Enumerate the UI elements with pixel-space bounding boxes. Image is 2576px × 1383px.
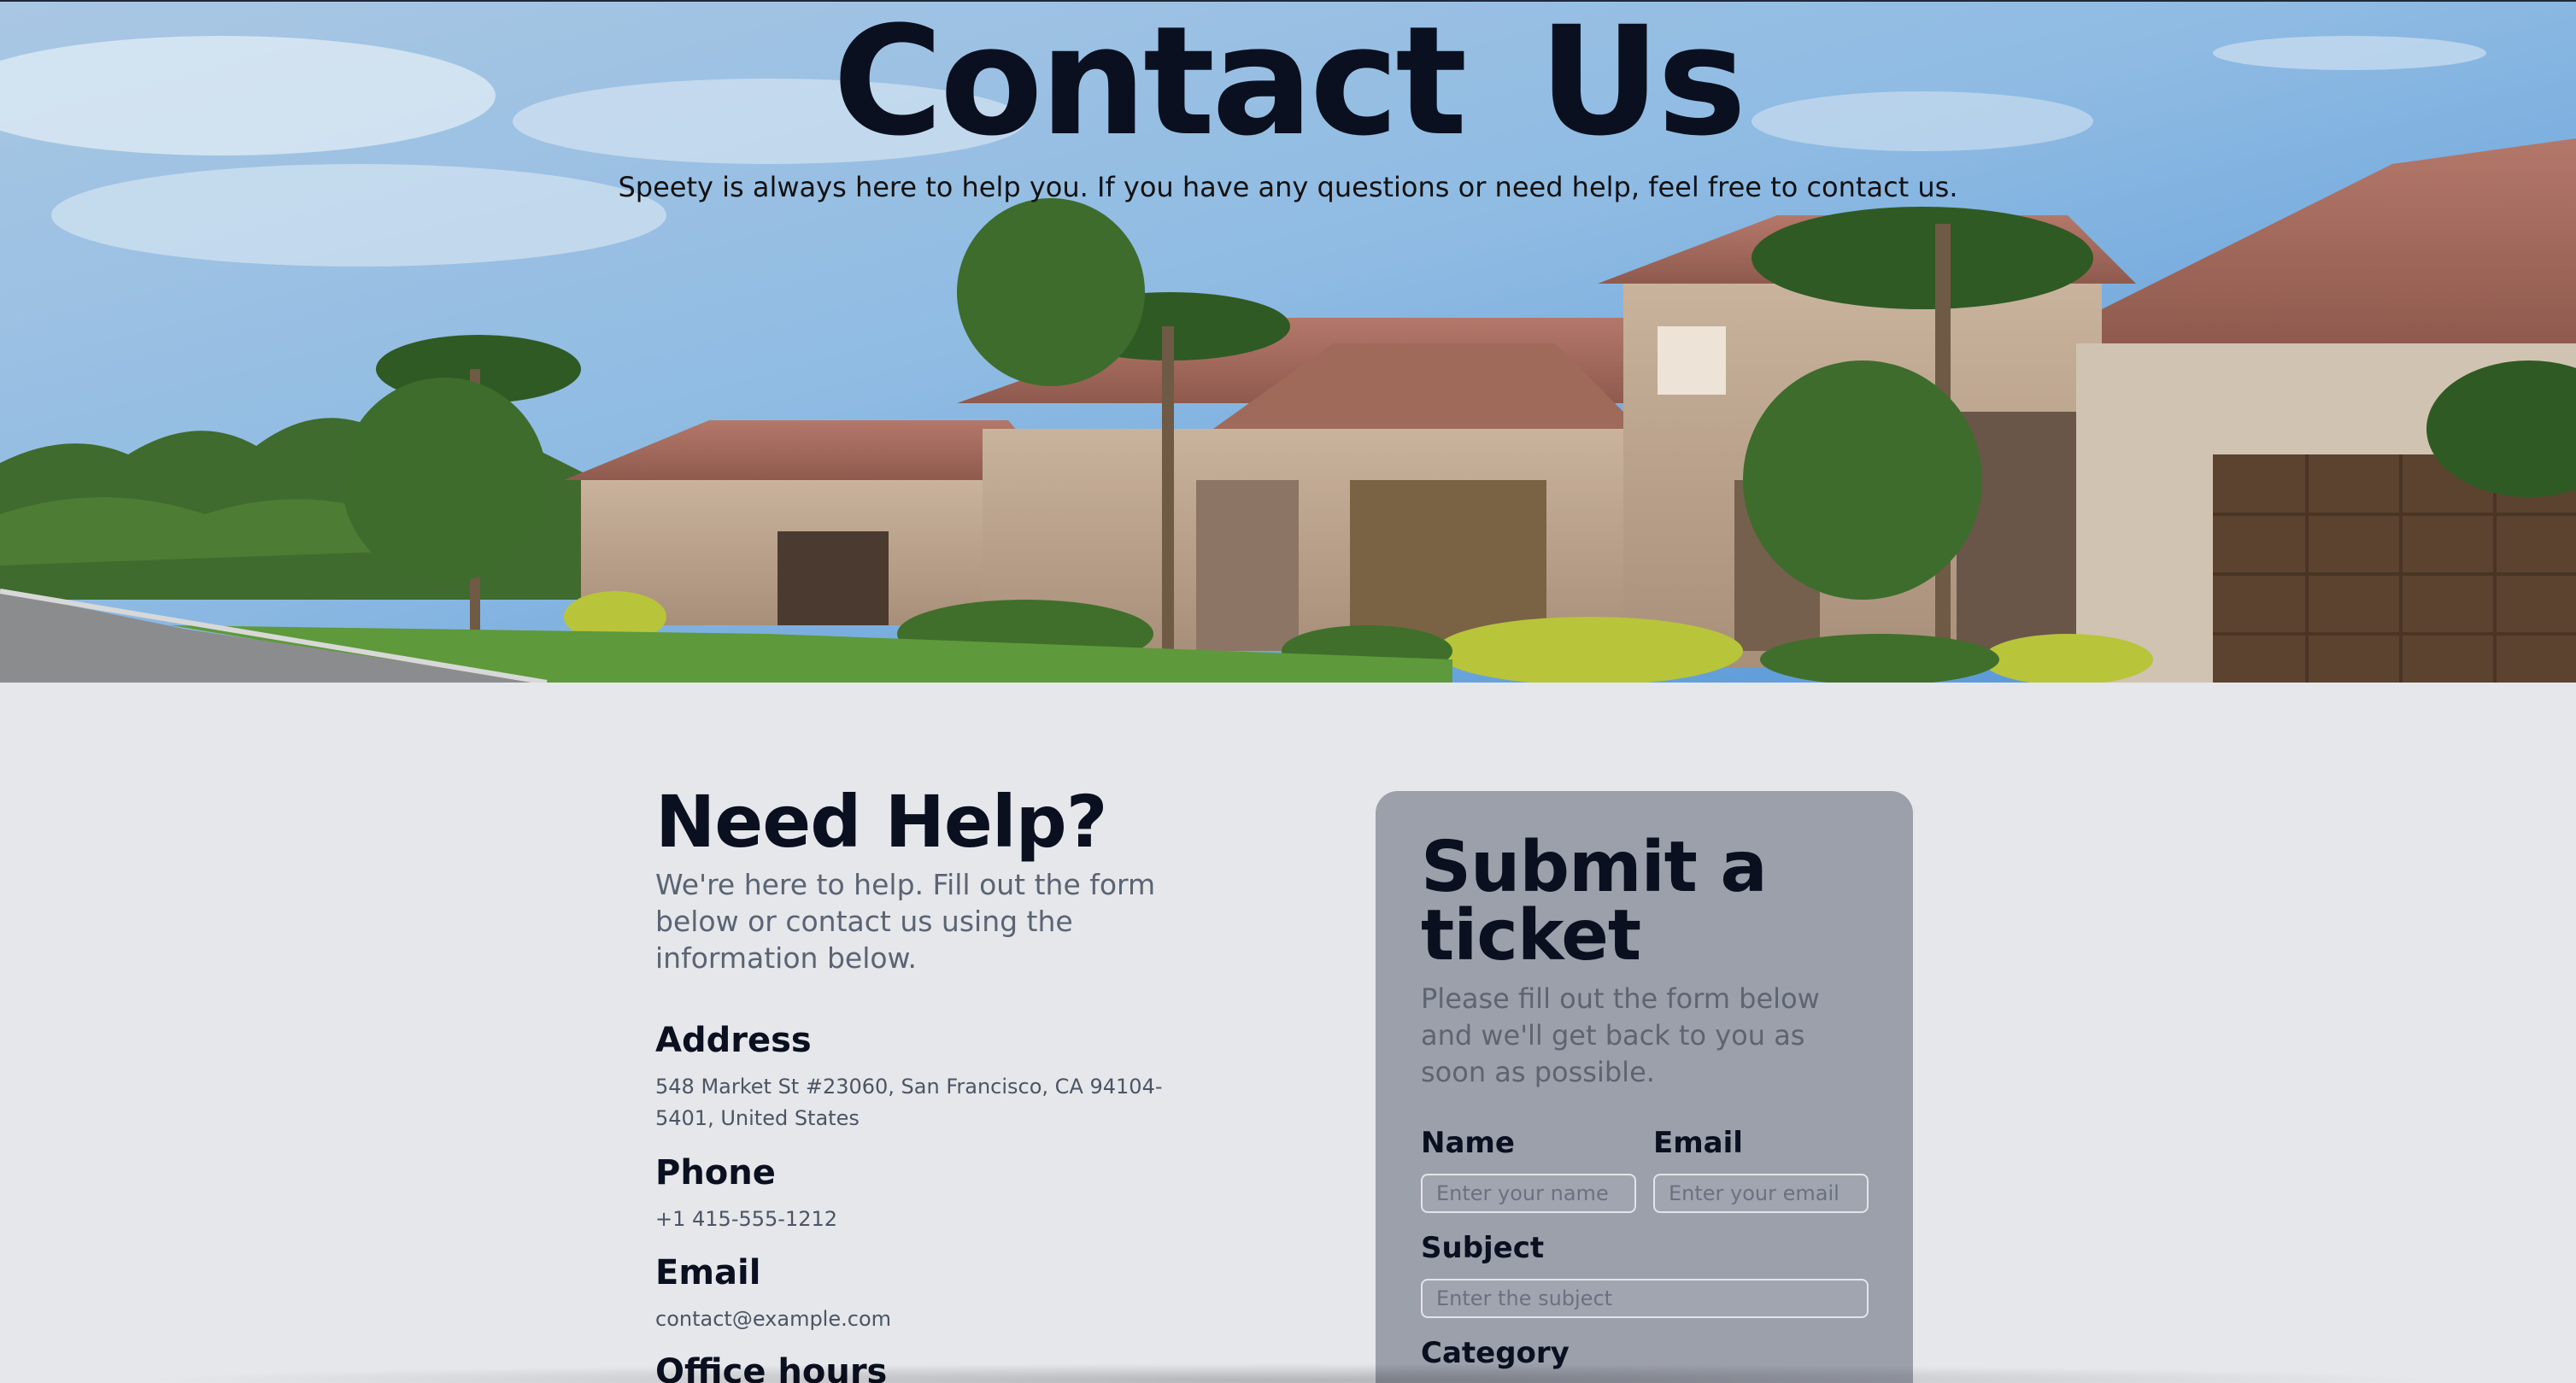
address-block: Address 548 Market St #23060, San Franci… bbox=[655, 1022, 1202, 1134]
ticket-description: Please fill out the form below and we'll… bbox=[1421, 982, 1820, 1088]
address-value: 548 Market St #23060, San Francisco, CA … bbox=[655, 1075, 1163, 1130]
contact-info-section: Need Help? We're here to help. Fill out … bbox=[655, 780, 1185, 1383]
name-label: Name bbox=[1421, 1126, 1515, 1160]
phone-value: +1 415-555-1212 bbox=[655, 1207, 838, 1231]
contact-page: Contact Us Speety is always here to help… bbox=[0, 0, 2576, 1383]
subject-label: Subject bbox=[1421, 1231, 1545, 1265]
email-block: Email contact@example.com bbox=[655, 1254, 891, 1335]
page-title: Contact Us bbox=[832, 0, 1747, 169]
email-label: Email bbox=[655, 1253, 761, 1292]
bottom-edge-shadow bbox=[137, 1363, 2444, 1383]
ticket-form-card: Submit a ticket Please fill out the form… bbox=[1376, 791, 1913, 1383]
hero-banner: Contact Us Speety is always here to help… bbox=[0, 0, 2576, 683]
hero-subtitle: Speety is always here to help you. If yo… bbox=[618, 171, 1958, 203]
name-input[interactable] bbox=[1421, 1174, 1636, 1213]
subject-input[interactable] bbox=[1421, 1279, 1869, 1318]
email-field-label: Email bbox=[1653, 1126, 1743, 1160]
need-help-description: We're here to help. Fill out the form be… bbox=[655, 868, 1156, 976]
ticket-heading: Submit a ticket bbox=[1421, 827, 1768, 976]
email-value: contact@example.com bbox=[655, 1307, 891, 1331]
phone-label: Phone bbox=[655, 1153, 776, 1193]
need-help-heading: Need Help? bbox=[655, 780, 1108, 864]
email-input[interactable] bbox=[1653, 1174, 1869, 1213]
phone-block: Phone +1 415-555-1212 bbox=[655, 1154, 837, 1235]
address-label: Address bbox=[655, 1021, 812, 1060]
